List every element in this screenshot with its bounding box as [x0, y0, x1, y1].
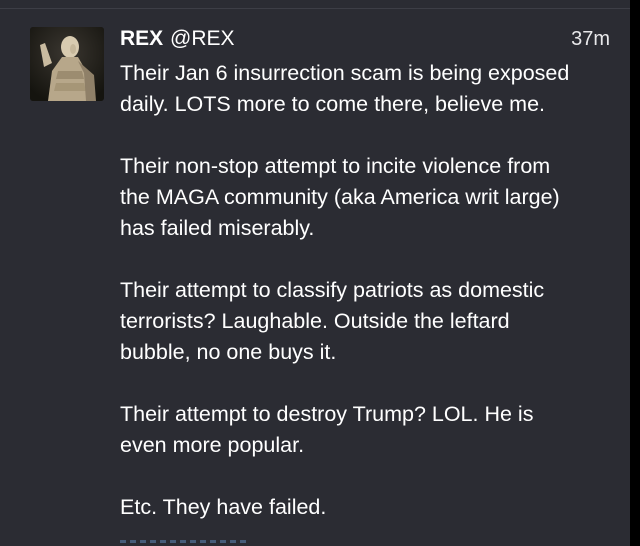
top-divider [0, 8, 630, 9]
author-name[interactable]: REX [120, 26, 163, 52]
post-paragraph: Their attempt to classify patriots as do… [120, 278, 545, 364]
author-handle[interactable]: @REX [170, 26, 235, 52]
post-timestamp[interactable]: 37m [571, 26, 610, 52]
post-card: REX @REX 37m Their Jan 6 insurrection sc… [0, 0, 630, 546]
post-body: Their Jan 6 insurrection scam is being e… [120, 58, 615, 546]
post-paragraph: Their Jan 6 insurrection scam is being e… [120, 61, 570, 116]
post-header: REX @REX 37m [120, 26, 610, 52]
post-paragraph: Their attempt to destroy Trump? LOL. He … [120, 402, 534, 457]
truncated-link [120, 540, 250, 543]
post-paragraph: Etc. They have failed. [120, 495, 327, 519]
post-paragraph: Their non-stop attempt to incite violenc… [120, 154, 560, 240]
roman-statue-avatar-icon[interactable] [30, 27, 104, 101]
